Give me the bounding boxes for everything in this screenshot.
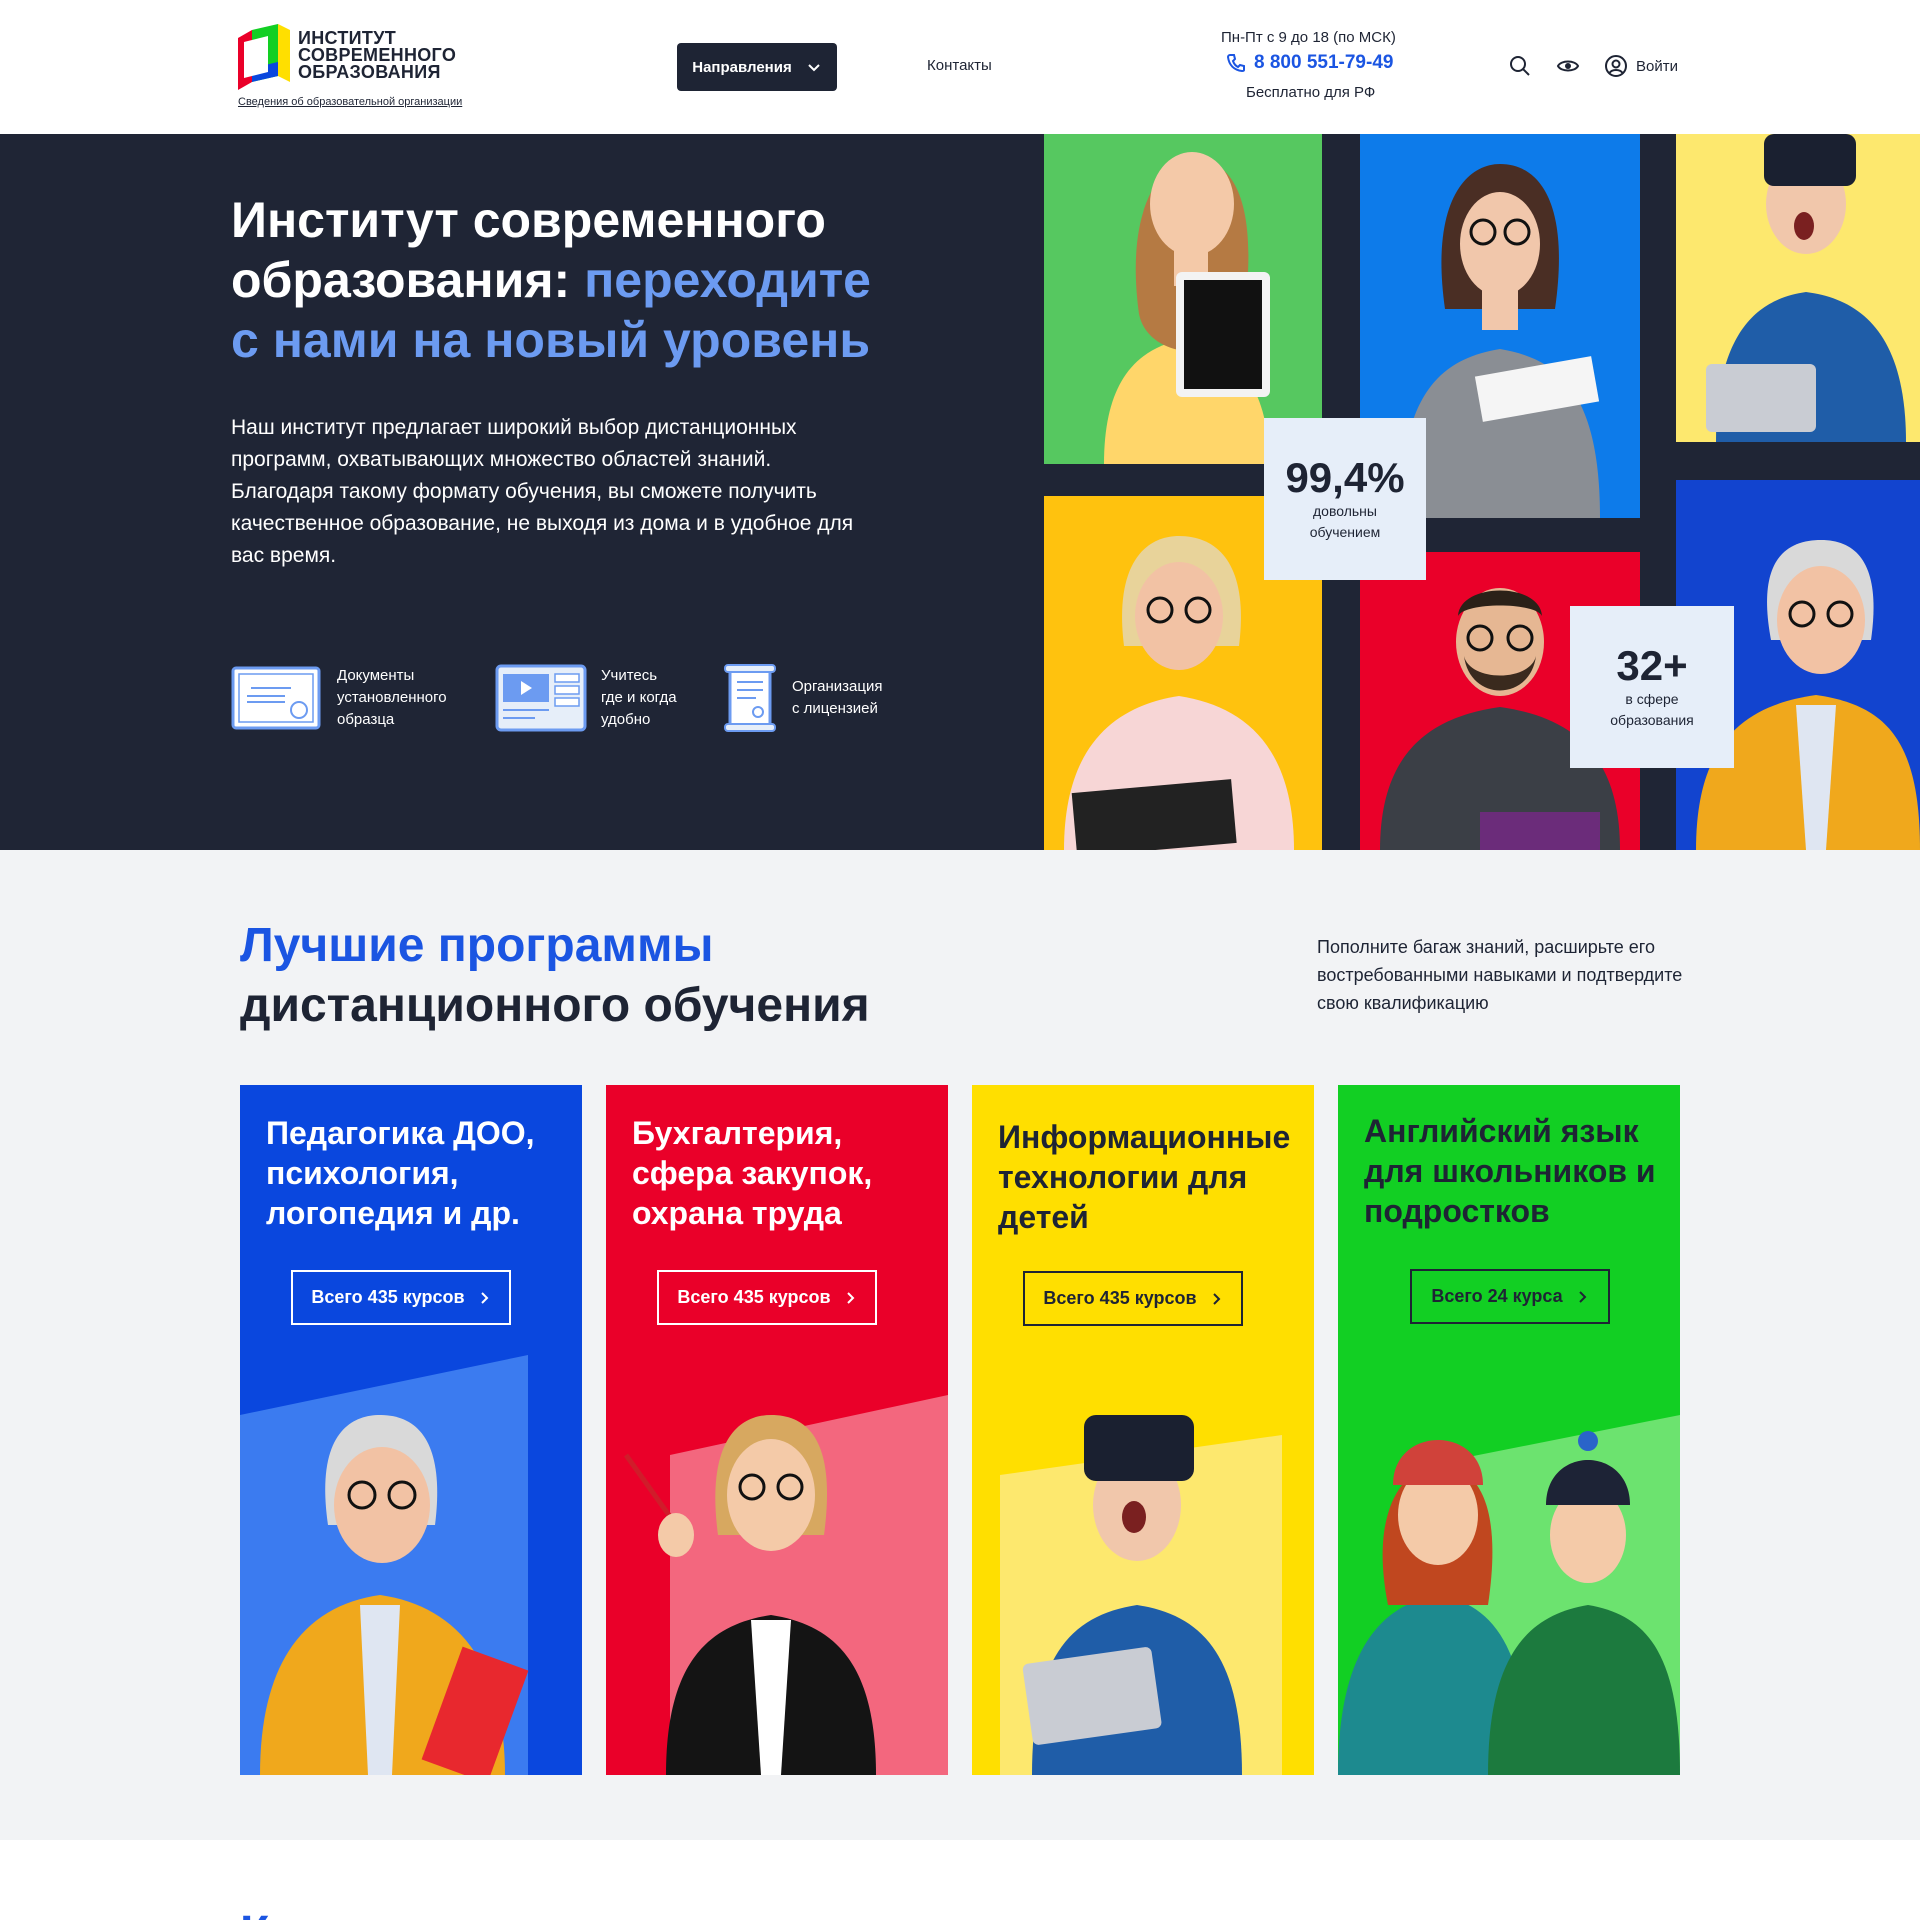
feature-line: Документы (337, 667, 415, 684)
logo-cube-icon (238, 24, 290, 90)
eye-accessibility-icon[interactable] (1556, 54, 1580, 78)
card-photo (1000, 1415, 1282, 1775)
directions-menu-button[interactable]: Направления (677, 43, 837, 91)
program-card-accounting[interactable]: Бухгалтерия, сфера закупок, охрана труда… (606, 1085, 948, 1775)
nav-contacts-link[interactable]: Контакты (927, 57, 992, 74)
card-title: Информационные технологии для детей (998, 1119, 1291, 1235)
phone-icon (1226, 54, 1245, 73)
phone-note: Бесплатно для РФ (1246, 84, 1376, 101)
feature-documents-text: Документы установленного образца (337, 665, 447, 731)
card-button-label: Всего 435 курсов (311, 1287, 465, 1307)
feature-flexible: Учитесь где и когда удобно (495, 664, 677, 732)
card-photo (623, 1395, 948, 1775)
stat-label: образования (1610, 712, 1694, 728)
stat-label: довольны (1313, 503, 1377, 519)
next-section-title-fragment: К (240, 1906, 269, 1920)
work-hours: Пн-Пт с 9 до 18 (по МСК) (1221, 29, 1396, 46)
chevron-right-icon (1212, 1292, 1220, 1305)
card-photo (1338, 1415, 1680, 1775)
program-card-it-kids[interactable]: Информационные технологии для детей Всег… (972, 1085, 1314, 1775)
programs-title-dark: дистанционного обучения (240, 979, 870, 1032)
photo-girl-tablet (1044, 134, 1322, 464)
video-lesson-icon (495, 664, 587, 732)
programs-title-blue: Лучшие программы (240, 919, 714, 972)
hero-section: Институт современного образования: перех… (0, 134, 1920, 850)
chevron-right-icon (1578, 1290, 1587, 1303)
login-label: Войти (1636, 57, 1678, 75)
feature-line: удобно (601, 711, 651, 728)
stat-years: 32+ в сфере образования (1570, 606, 1734, 768)
site-header: Институт современного образования Сведен… (0, 0, 1920, 134)
feature-line: установленного (337, 689, 447, 706)
hero-title: Институт современного образования: перех… (231, 190, 911, 370)
feature-documents: Документы установленного образца (231, 664, 447, 732)
hero-description: Наш институт предлагает широкий выбор ди… (231, 416, 854, 567)
phone-link[interactable]: 8 800 551-79-49 (1226, 52, 1393, 74)
logo-text: Институт современного образования (298, 28, 457, 82)
login-button[interactable]: Войти (1604, 54, 1678, 78)
card-title: Педагогика ДОО, психология, логопедия и … (266, 1115, 535, 1231)
stat-satisfaction: 99,4% довольны обучением (1264, 418, 1426, 580)
stat-value: 32+ (1616, 642, 1688, 689)
card-button-label: Всего 435 курсов (677, 1287, 831, 1307)
search-icon[interactable] (1508, 54, 1532, 78)
feature-line: Организация (792, 678, 883, 695)
license-scroll-icon (724, 664, 776, 732)
program-card-english[interactable]: Английский язык для школьников и подрост… (1338, 1085, 1680, 1775)
stat-label: обучением (1309, 524, 1381, 540)
chevron-down-icon (808, 64, 820, 72)
feature-line: где и когда (601, 689, 677, 706)
programs-description: Пополните багаж знаний, расширьте его во… (1317, 937, 1683, 1013)
programs-section: Лучшие программы дистанционного обучения… (0, 850, 1920, 1840)
card-photo (240, 1355, 529, 1775)
stat-value: 99,4% (1285, 454, 1405, 501)
user-icon (1605, 55, 1627, 77)
feature-license-text: Организация с лицензией (792, 676, 882, 720)
feature-line: с лицензией (792, 700, 878, 717)
org-info-link[interactable]: Сведения об образовательной организации (238, 96, 462, 108)
card-title: Английский язык для школьников и подрост… (1364, 1113, 1656, 1229)
card-button-label: Всего 24 курса (1431, 1286, 1563, 1306)
directions-label: Направления (692, 58, 792, 76)
programs-title: Лучшие программы дистанционного обучения (240, 916, 870, 1036)
chevron-right-icon (846, 1291, 854, 1304)
feature-flexible-text: Учитесь где и когда удобно (601, 665, 677, 731)
card-courses-button[interactable]: Всего 435 курсов (657, 1270, 877, 1325)
stat-label: в сфере (1625, 691, 1679, 707)
next-section-peek: К (0, 1840, 1920, 1920)
card-button-label: Всего 435 курсов (1043, 1288, 1197, 1308)
feature-line: Учитесь (601, 667, 658, 684)
card-courses-button[interactable]: Всего 435 курсов (1023, 1271, 1243, 1326)
phone-number: 8 800 551-79-49 (1254, 52, 1394, 73)
feature-line: образца (337, 711, 395, 728)
chevron-right-icon (480, 1291, 488, 1304)
feature-license: Организация с лицензией (722, 664, 882, 732)
card-title: Бухгалтерия, сфера закупок, охрана труда (632, 1115, 873, 1231)
card-courses-button[interactable]: Всего 24 курса (1410, 1269, 1610, 1324)
card-courses-button[interactable]: Всего 435 курсов (291, 1270, 511, 1325)
photo-vr-boy (1676, 134, 1920, 442)
certificate-icon (231, 666, 321, 730)
program-card-pedagogy[interactable]: Педагогика ДОО, психология, логопедия и … (240, 1085, 582, 1775)
